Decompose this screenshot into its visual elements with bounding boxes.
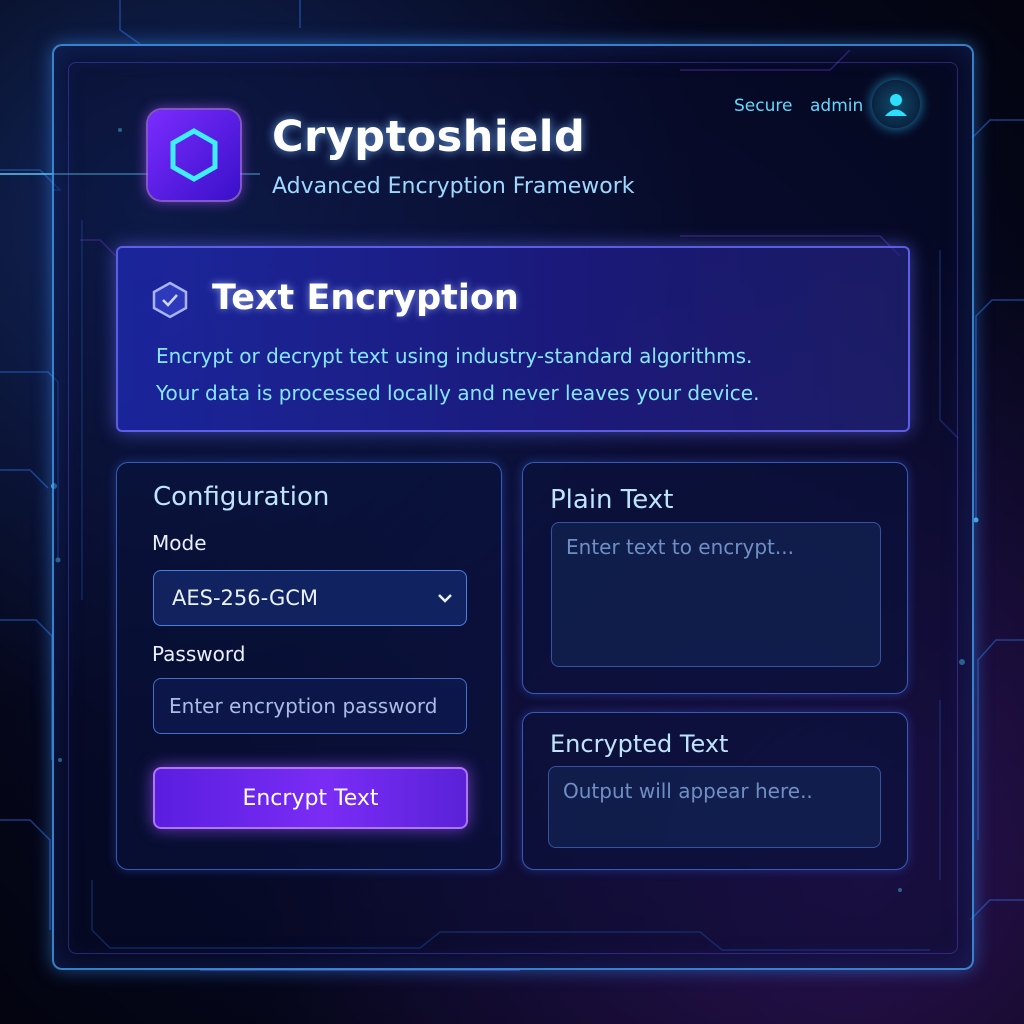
app-subtitle: Advanced Encryption Framework	[272, 174, 635, 199]
hexagon-icon	[170, 128, 218, 182]
chevron-down-icon	[438, 594, 452, 603]
app-title: Cryptoshield	[272, 112, 586, 162]
password-field[interactable]	[154, 679, 466, 733]
plain-text-title: Plain Text	[550, 485, 674, 515]
shield-check-icon	[152, 281, 188, 319]
configuration-title: Configuration	[153, 482, 330, 512]
encrypted-text-title: Encrypted Text	[550, 730, 729, 758]
app-window: Cryptoshield Advanced Encryption Framewo…	[0, 0, 1024, 1024]
security-status: Secure	[734, 96, 793, 116]
banner-description-line-2: Your data is processed locally and never…	[156, 381, 760, 405]
user-icon	[885, 94, 907, 116]
banner-description-line-1: Encrypt or decrypt text using industry-s…	[156, 344, 753, 368]
encrypted-text-container	[548, 766, 881, 848]
user-name[interactable]: admin	[810, 96, 863, 116]
encrypt-button[interactable]: Encrypt Text	[153, 767, 468, 829]
logo	[148, 110, 240, 200]
mode-label: Mode	[152, 531, 207, 555]
password-field-container	[153, 678, 467, 734]
avatar[interactable]	[872, 80, 920, 128]
encrypted-text-output[interactable]	[549, 767, 880, 847]
mode-select-value: AES-256-GCM	[172, 586, 319, 610]
password-label: Password	[152, 642, 246, 666]
plain-text-input[interactable]	[552, 523, 880, 666]
mode-select[interactable]: AES-256-GCM	[153, 570, 467, 626]
plain-text-container	[551, 522, 881, 667]
banner-title: Text Encryption	[212, 278, 519, 318]
